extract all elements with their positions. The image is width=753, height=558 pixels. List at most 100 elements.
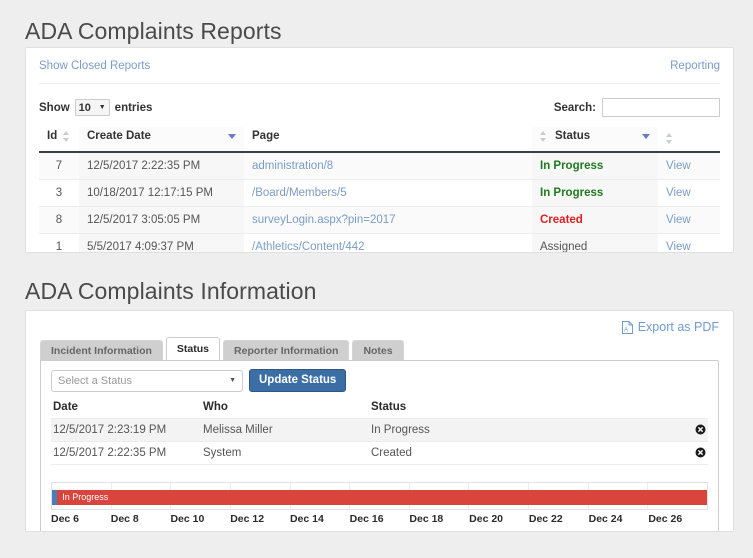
sort-descending-icon-status [642, 134, 650, 139]
gantt-tick: Dec 20 [469, 513, 529, 525]
remove-circle-icon[interactable] [695, 424, 706, 435]
cell-id: 1 [39, 233, 79, 253]
table-row: 12/5/2017 2:23:19 PM Melissa Miller In P… [51, 419, 708, 442]
column-header-create-date[interactable]: Create Date [79, 127, 244, 152]
page-link[interactable]: /Board/Members/5 [252, 187, 347, 199]
cell-page: surveyLogin.aspx?pin=2017 [244, 206, 532, 233]
status-timeline-chart: In Progress Dec 6 Dec 8 Dec 10 Dec 12 De… [51, 482, 708, 525]
table-row[interactable]: 3 10/18/2017 12:17:15 PM /Board/Members/… [39, 179, 720, 206]
gantt-tick: Dec 18 [409, 513, 469, 525]
status-update-form: Select a Status ▼ Update Status [51, 369, 708, 392]
status-tab-panel: Select a Status ▼ Update Status Date Who… [40, 360, 719, 532]
cell-create-date: 5/5/2017 4:09:37 PM [79, 233, 244, 253]
update-status-button[interactable]: Update Status [249, 369, 346, 392]
gantt-tick: Dec 26 [648, 513, 708, 525]
tab-reporter-information[interactable]: Reporter Information [223, 340, 349, 361]
cell-status: Created [532, 206, 658, 233]
cell-action: View [658, 206, 720, 233]
column-header-action[interactable] [658, 127, 720, 152]
gantt-bar-in-progress[interactable]: In Progress [57, 490, 707, 505]
svg-text:A: A [624, 327, 628, 333]
status-select-value: Select a Status [58, 375, 132, 387]
status-header-row: Date Who Status [51, 399, 708, 419]
gantt-x-axis: Dec 6 Dec 8 Dec 10 Dec 12 Dec 14 Dec 16 … [51, 513, 708, 525]
search-input[interactable] [602, 98, 720, 117]
info-panel: A Export as PDF Incident Information Sta… [25, 310, 734, 532]
chevron-down-icon: ▼ [229, 377, 236, 384]
status-column-who: Who [201, 399, 369, 419]
status-badge: Created [540, 214, 583, 226]
datatable-controls: Show 10 ▼ entries Search: [26, 84, 733, 127]
cell-id: 3 [39, 179, 79, 206]
status-cell-date: 12/5/2017 2:22:35 PM [51, 442, 201, 465]
column-header-status[interactable]: Status [532, 127, 658, 152]
reports-panel: Show Closed Reports Reporting Show 10 ▼ … [25, 47, 734, 253]
reporting-link[interactable]: Reporting [670, 60, 720, 72]
cell-create-date: 12/5/2017 3:05:05 PM [79, 206, 244, 233]
view-link[interactable]: View [666, 187, 691, 199]
tab-incident-information[interactable]: Incident Information [40, 340, 163, 361]
sort-both-icon-action [666, 133, 673, 144]
export-as-pdf-button[interactable]: A Export as PDF [622, 320, 719, 334]
status-cell-delete [688, 442, 708, 465]
reports-toolbar: Show Closed Reports Reporting [26, 48, 733, 83]
tab-notes[interactable]: Notes [352, 340, 403, 361]
gantt-tick: Dec 22 [529, 513, 589, 525]
table-row[interactable]: 7 12/5/2017 2:22:35 PM administration/8 … [39, 152, 720, 180]
cell-create-date: 12/5/2017 2:22:35 PM [79, 152, 244, 180]
column-label-create-date: Create Date [87, 130, 151, 142]
sort-descending-icon [228, 134, 236, 139]
status-table-head: Date Who Status [51, 399, 708, 419]
tab-status[interactable]: Status [166, 337, 220, 360]
export-row: A Export as PDF [26, 311, 733, 334]
cell-status: In Progress [532, 179, 658, 206]
gantt-tick: Dec 24 [589, 513, 649, 525]
status-column-date: Date [51, 399, 201, 419]
cell-action: View [658, 152, 720, 180]
status-column-status: Status [369, 399, 688, 419]
entries-label: entries [115, 102, 153, 114]
cell-id: 7 [39, 152, 79, 180]
pdf-file-icon: A [622, 321, 633, 334]
search-control: Search: [554, 98, 720, 117]
gantt-tick: Dec 8 [111, 513, 171, 525]
status-select[interactable]: Select a Status ▼ [51, 370, 243, 392]
status-cell-status: In Progress [369, 419, 688, 442]
cell-status: Assigned [532, 233, 658, 253]
export-label: Export as PDF [638, 320, 719, 334]
search-label: Search: [554, 102, 596, 114]
gantt-bar-label-in-progress: In Progress [57, 490, 108, 505]
gantt-tick: Dec 16 [350, 513, 410, 525]
reports-header-row: Id Create Date Page [39, 127, 720, 152]
gantt-tick: Dec 14 [290, 513, 350, 525]
page-link[interactable]: surveyLogin.aspx?pin=2017 [252, 214, 396, 226]
remove-circle-icon[interactable] [695, 447, 706, 458]
gantt-tick: Dec 10 [170, 513, 230, 525]
view-link[interactable]: View [666, 214, 691, 226]
column-header-id[interactable]: Id [39, 127, 79, 152]
entries-select[interactable]: 10 ▼ [75, 99, 110, 116]
column-header-page[interactable]: Page [244, 127, 532, 152]
status-cell-date: 12/5/2017 2:23:19 PM [51, 419, 201, 442]
table-row[interactable]: 1 5/5/2017 4:09:37 PM /Athletics/Content… [39, 233, 720, 253]
show-label: Show [39, 102, 70, 114]
gantt-tick: Dec 6 [51, 513, 111, 525]
status-cell-status: Created [369, 442, 688, 465]
entries-select-value: 10 [79, 102, 91, 114]
gantt-tick: Dec 12 [230, 513, 290, 525]
table-row[interactable]: 8 12/5/2017 3:05:05 PM surveyLogin.aspx?… [39, 206, 720, 233]
status-cell-delete [688, 419, 708, 442]
reports-table-body: 7 12/5/2017 2:22:35 PM administration/8 … [39, 152, 720, 254]
status-badge: In Progress [540, 160, 603, 172]
info-tabs: Incident Information Status Reporter Inf… [40, 340, 733, 360]
status-badge: In Progress [540, 187, 603, 199]
cell-page: administration/8 [244, 152, 532, 180]
show-closed-reports-link[interactable]: Show Closed Reports [39, 60, 150, 72]
view-link[interactable]: View [666, 241, 691, 253]
cell-action: View [658, 233, 720, 253]
view-link[interactable]: View [666, 160, 691, 172]
page-link[interactable]: /Athletics/Content/442 [252, 241, 365, 253]
table-row: 12/5/2017 2:22:35 PM System Created [51, 442, 708, 465]
cell-status: In Progress [532, 152, 658, 180]
page-link[interactable]: administration/8 [252, 160, 333, 172]
